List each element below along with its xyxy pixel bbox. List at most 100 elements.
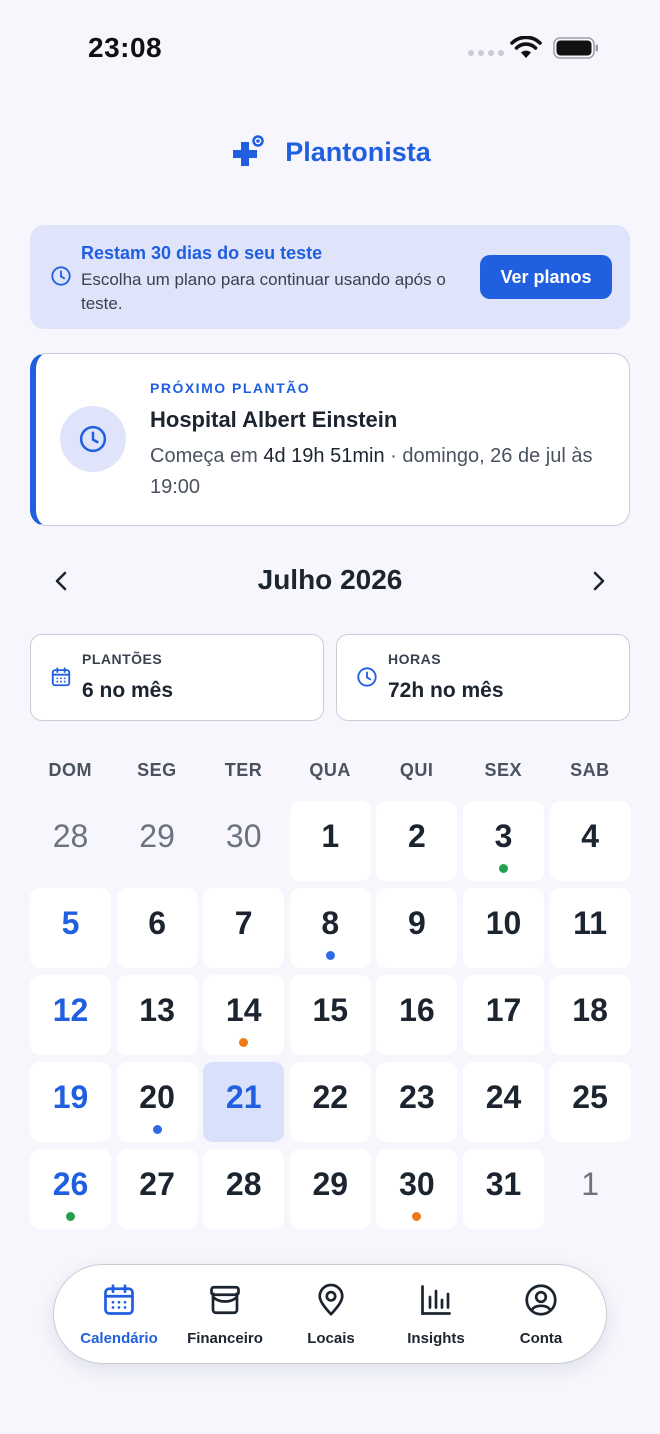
user-circle-icon bbox=[525, 1284, 557, 1316]
calendar-day[interactable]: 29 bbox=[117, 801, 198, 881]
calendar-day[interactable]: 24 bbox=[463, 1062, 544, 1142]
calendar-day[interactable]: 9 bbox=[376, 888, 458, 968]
next-shift-icon-wrap bbox=[60, 406, 126, 472]
nav-label: Locais bbox=[307, 1330, 355, 1347]
calendar-day-number: 14 bbox=[225, 992, 262, 1028]
calendar-day[interactable]: 30 bbox=[376, 1149, 458, 1229]
calendar-day-number: 20 bbox=[139, 1079, 175, 1115]
view-plans-button[interactable]: Ver planos bbox=[480, 255, 612, 299]
calendar-day[interactable]: 6 bbox=[116, 888, 198, 968]
calendar-day[interactable]: 19 bbox=[30, 1062, 111, 1142]
calendar-day[interactable]: 23 bbox=[376, 1062, 458, 1142]
month-title: Julho 2026 bbox=[257, 564, 403, 595]
nav-item-insights[interactable]: Insights bbox=[383, 1265, 489, 1365]
calendar-day-number: 8 bbox=[321, 905, 340, 941]
shift-indicator-dot bbox=[239, 1038, 249, 1047]
calendar-day[interactable]: 27 bbox=[116, 1149, 198, 1229]
app-title: Plantonista bbox=[285, 136, 431, 167]
calendar-day[interactable]: 4 bbox=[549, 801, 631, 881]
next-month-button[interactable] bbox=[586, 566, 612, 596]
calendar-day-number: 21 bbox=[225, 1079, 262, 1115]
calendar-day-number: 29 bbox=[139, 818, 175, 854]
bottom-navigation: Calendário Financeiro Locais Insights Co… bbox=[53, 1264, 607, 1364]
nav-label: Calendário bbox=[80, 1330, 158, 1347]
clock-icon bbox=[357, 667, 377, 687]
calendar-day-number: 28 bbox=[52, 818, 89, 854]
calendar-day-number: 13 bbox=[139, 992, 175, 1028]
stat-card-hours: HORAS 72h no mês bbox=[336, 634, 630, 721]
nav-item-financial[interactable]: Financeiro bbox=[172, 1265, 278, 1365]
calendar-day[interactable]: 30 bbox=[203, 801, 284, 881]
calendar-day[interactable]: 26 bbox=[30, 1149, 111, 1229]
calendar-icon bbox=[104, 1284, 134, 1315]
calendar-day-number: 29 bbox=[312, 1166, 349, 1202]
calendar-day-number: 22 bbox=[312, 1079, 349, 1115]
calendar-day-number: 15 bbox=[312, 992, 349, 1028]
shift-indicator-dot bbox=[152, 1125, 162, 1134]
calendar-day[interactable]: 25 bbox=[549, 1062, 631, 1142]
calendar-day-number: 5 bbox=[61, 905, 80, 941]
nav-item-calendar[interactable]: Calendário bbox=[66, 1265, 172, 1365]
shift-indicator-dot bbox=[499, 864, 508, 873]
calendar-day[interactable]: 18 bbox=[549, 975, 631, 1055]
clock-icon bbox=[51, 266, 71, 286]
shift-indicator-dot bbox=[412, 1212, 422, 1221]
calendar-day-number: 1 bbox=[581, 1166, 599, 1202]
weekday-label: SEX bbox=[484, 760, 523, 780]
calendar-day-number: 6 bbox=[148, 905, 166, 941]
next-shift-countdown: 4d 19h 51min bbox=[263, 445, 385, 467]
calendar-day-number: 23 bbox=[399, 1079, 435, 1115]
calendar-day-number: 25 bbox=[572, 1079, 608, 1115]
calendar-day-number: 19 bbox=[52, 1079, 89, 1115]
calendar-day[interactable]: 17 bbox=[463, 975, 544, 1055]
calendar-day-number: 30 bbox=[399, 1166, 435, 1202]
calendar-day[interactable]: 28 bbox=[30, 801, 111, 881]
stat-shifts-value: 6 no mês bbox=[82, 679, 174, 702]
wifi-icon bbox=[510, 36, 542, 58]
calendar-day[interactable]: 2 bbox=[376, 801, 458, 881]
calendar-day[interactable]: 13 bbox=[116, 975, 198, 1055]
calendar-day[interactable]: 1 bbox=[550, 1149, 631, 1229]
calendar-day[interactable]: 10 bbox=[463, 888, 544, 968]
nav-label: Financeiro bbox=[187, 1330, 263, 1347]
calendar-day[interactable]: 31 bbox=[463, 1149, 544, 1229]
weekday-label: SAB bbox=[570, 760, 610, 780]
nav-label: Conta bbox=[519, 1330, 563, 1347]
calendar-day-number: 11 bbox=[573, 905, 607, 941]
calendar-day[interactable]: 5 bbox=[30, 888, 111, 968]
calendar-day[interactable]: 29 bbox=[289, 1149, 371, 1229]
calendar-day[interactable]: 1 bbox=[289, 801, 371, 881]
calendar-day-number: 27 bbox=[139, 1166, 175, 1202]
calendar-day[interactable]: 8 bbox=[289, 888, 371, 968]
weekday-label: DOM bbox=[48, 760, 93, 780]
calendar-day[interactable]: 22 bbox=[289, 1062, 371, 1142]
weekday-label: QUI bbox=[399, 760, 434, 780]
weekday-label: SEG bbox=[137, 760, 177, 780]
nav-item-locations[interactable]: Locais bbox=[278, 1265, 384, 1365]
stat-shifts-label: PLANTÕES bbox=[82, 651, 163, 667]
calendar-day[interactable]: 3 bbox=[463, 801, 544, 881]
calendar-day-number: 28 bbox=[225, 1166, 262, 1202]
calendar-day[interactable]: 20 bbox=[116, 1062, 198, 1142]
calendar-day[interactable]: 14 bbox=[203, 975, 285, 1055]
nav-item-account[interactable]: Conta bbox=[488, 1265, 594, 1365]
next-shift-prefix: Começa em bbox=[150, 445, 264, 467]
calendar-day-today[interactable]: 21 bbox=[203, 1062, 285, 1142]
calendar-day[interactable]: 28 bbox=[203, 1149, 285, 1229]
bar-chart-icon bbox=[421, 1285, 451, 1315]
calendar-day[interactable]: 16 bbox=[376, 975, 458, 1055]
calendar-day[interactable]: 12 bbox=[30, 975, 111, 1055]
weekday-label: TER bbox=[224, 760, 263, 780]
calendar-day-number: 3 bbox=[494, 818, 513, 854]
shift-indicator-dot bbox=[66, 1212, 75, 1221]
calendar-day-number: 26 bbox=[52, 1166, 89, 1202]
status-time: 23:08 bbox=[88, 32, 163, 63]
calendar-day-number: 12 bbox=[52, 992, 89, 1028]
status-bar: 23:08 bbox=[0, 0, 660, 98]
calendar-day[interactable]: 7 bbox=[203, 888, 285, 968]
calendar-day[interactable]: 11 bbox=[549, 888, 631, 968]
calendar-day-number: 2 bbox=[407, 818, 426, 854]
calendar-day-number: 31 bbox=[485, 1166, 522, 1202]
calendar-day-number: 16 bbox=[399, 992, 435, 1028]
calendar-day[interactable]: 15 bbox=[289, 975, 371, 1055]
